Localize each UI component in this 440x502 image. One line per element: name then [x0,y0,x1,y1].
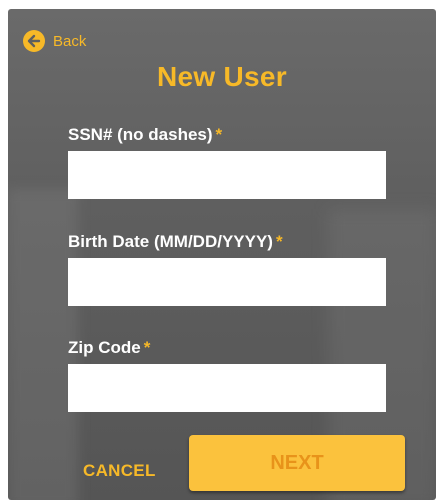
birth-date-label: Birth Date (MM/DD/YYYY) * [68,232,283,251]
cancel-button[interactable]: CANCEL [83,461,156,481]
next-button[interactable]: NEXT [189,435,405,491]
required-marker: * [143,338,151,357]
ssn-label: SSN# (no dashes) * [68,125,223,144]
required-marker: * [275,232,283,251]
zip-code-field[interactable] [68,364,386,412]
ssn-field[interactable] [68,151,386,199]
arrow-left-icon [23,30,45,52]
zip-code-label: Zip Code * [68,338,151,357]
back-label: Back [53,32,87,50]
new-user-panel: Back New User SSN# (no dashes) * Birth Da… [8,9,436,500]
required-marker: * [215,125,223,144]
page-title: New User [156,61,287,92]
back-button[interactable]: Back [23,30,86,52]
birth-date-field[interactable] [68,258,386,306]
